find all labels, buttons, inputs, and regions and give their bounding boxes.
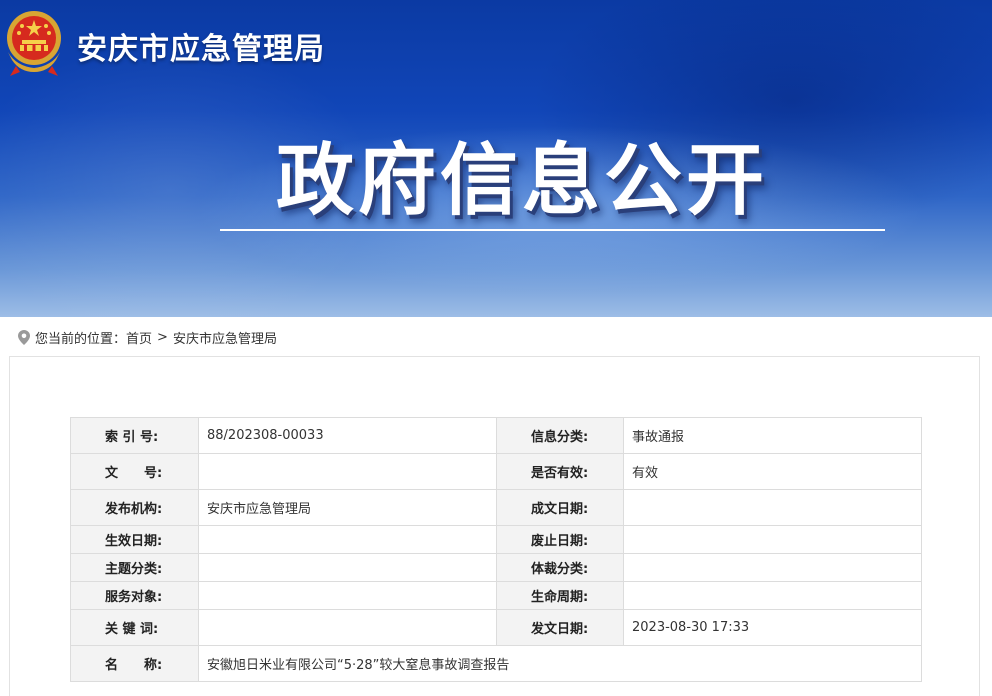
index-number-label: 索 引 号:: [70, 417, 199, 454]
topic-category-value: [198, 553, 497, 582]
document-metadata-table: 索 引 号: 88/202308-00033 信息分类: 事故通报 文 号: 是…: [70, 417, 922, 682]
doc-number-label: 文 号:: [70, 453, 199, 490]
content-panel: 索 引 号: 88/202308-00033 信息分类: 事故通报 文 号: 是…: [9, 356, 980, 696]
table-row: 文 号: 是否有效: 有效: [70, 453, 922, 490]
topic-category-label: 主题分类:: [70, 553, 199, 582]
keywords-value: [198, 609, 497, 646]
repeal-date-label: 废止日期:: [496, 525, 624, 554]
issue-date-value: 2023-08-30 17:33: [623, 609, 922, 646]
written-date-label: 成文日期:: [496, 489, 624, 526]
effective-date-value: [198, 525, 497, 554]
service-target-value: [198, 581, 497, 610]
genre-category-label: 体裁分类:: [496, 553, 624, 582]
service-target-label: 服务对象:: [70, 581, 199, 610]
table-row: 关 键 词: 发文日期: 2023-08-30 17:33: [70, 609, 922, 646]
national-emblem-icon: [7, 11, 61, 76]
breadcrumb-home-link[interactable]: 首页: [126, 328, 152, 347]
issue-date-label: 发文日期:: [496, 609, 624, 646]
written-date-value: [623, 489, 922, 526]
validity-label: 是否有效:: [496, 453, 624, 490]
document-name-value: 安徽旭日米业有限公司“5·28”较大窒息事故调查报告: [198, 645, 922, 682]
publisher-value: 安庆市应急管理局: [198, 489, 497, 526]
publisher-label: 发布机构:: [70, 489, 199, 526]
repeal-date-value: [623, 525, 922, 554]
breadcrumb-prefix: 您当前的位置：: [35, 331, 127, 347]
table-row: 服务对象: 生命周期:: [70, 581, 922, 610]
info-category-label: 信息分类:: [496, 417, 624, 454]
info-category-value: 事故通报: [623, 417, 922, 454]
table-row: 生效日期: 废止日期:: [70, 525, 922, 554]
genre-category-value: [623, 553, 922, 582]
location-pin-icon: [18, 329, 30, 345]
table-row: 名 称: 安徽旭日米业有限公司“5·28”较大窒息事故调查报告: [70, 645, 922, 682]
breadcrumb-bureau-link[interactable]: 安庆市应急管理局: [173, 328, 277, 347]
table-row: 发布机构: 安庆市应急管理局 成文日期:: [70, 489, 922, 526]
hero-title: 政府信息公开: [275, 136, 768, 226]
hero-underline: [220, 229, 885, 231]
doc-number-value: [198, 453, 497, 490]
breadcrumb-separator: >: [157, 329, 168, 345]
table-row: 主题分类: 体裁分类:: [70, 553, 922, 582]
effective-date-label: 生效日期:: [70, 525, 199, 554]
table-row: 索 引 号: 88/202308-00033 信息分类: 事故通报: [70, 417, 922, 454]
keywords-label: 关 键 词:: [70, 609, 199, 646]
life-cycle-label: 生命周期:: [496, 581, 624, 610]
validity-value: 有效: [623, 453, 922, 490]
site-title: 安庆市应急管理局: [77, 32, 325, 67]
life-cycle-value: [623, 581, 922, 610]
header-banner: 安庆市应急管理局 政府信息公开: [0, 0, 992, 317]
breadcrumb: 您当前的位置： 首页 > 安庆市应急管理局: [18, 326, 277, 348]
document-name-label: 名 称:: [70, 645, 199, 682]
index-number-value: 88/202308-00033: [198, 417, 497, 454]
